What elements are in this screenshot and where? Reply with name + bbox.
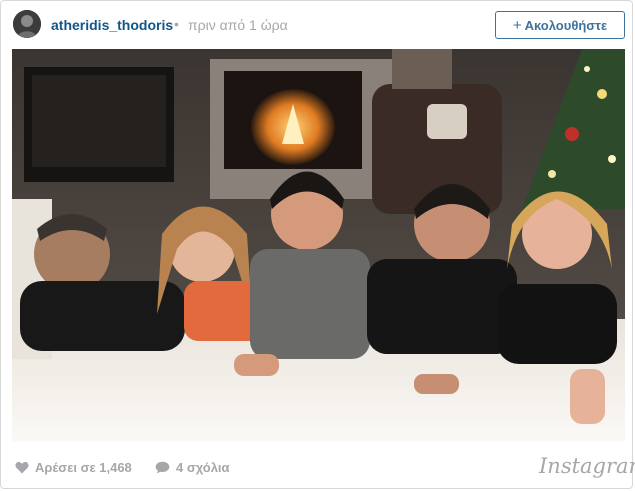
comments-label: 4 σχόλια [176, 460, 230, 475]
post-time[interactable]: πριν από 1 ώρα [188, 17, 288, 33]
post-footer: Αρέσει σε 1,468 4 σχόλια Instagram [1, 446, 635, 490]
post-header: atheridis_thodoris • πριν από 1 ώρα + Ακ… [1, 1, 632, 49]
follow-button-label: Ακολουθήστε [524, 17, 608, 33]
user-avatar[interactable] [13, 10, 41, 38]
heart-icon [15, 461, 29, 474]
instagram-embed-card: atheridis_thodoris • πριν από 1 ώρα + Ακ… [0, 0, 635, 490]
separator-dot: • [174, 16, 179, 32]
likes-count[interactable]: Αρέσει σε 1,468 [15, 460, 132, 475]
username-link[interactable]: atheridis_thodoris [51, 17, 173, 33]
photo-image [12, 49, 625, 442]
plus-icon: + [512, 16, 522, 34]
comments-count[interactable]: 4 σχόλια [155, 460, 230, 475]
likes-label: Αρέσει σε 1,468 [35, 460, 132, 475]
follow-button[interactable]: + Ακολουθήστε [495, 11, 625, 39]
post-photo[interactable] [12, 49, 625, 442]
instagram-logo[interactable]: Instagram [539, 454, 635, 478]
comment-icon [155, 461, 170, 474]
